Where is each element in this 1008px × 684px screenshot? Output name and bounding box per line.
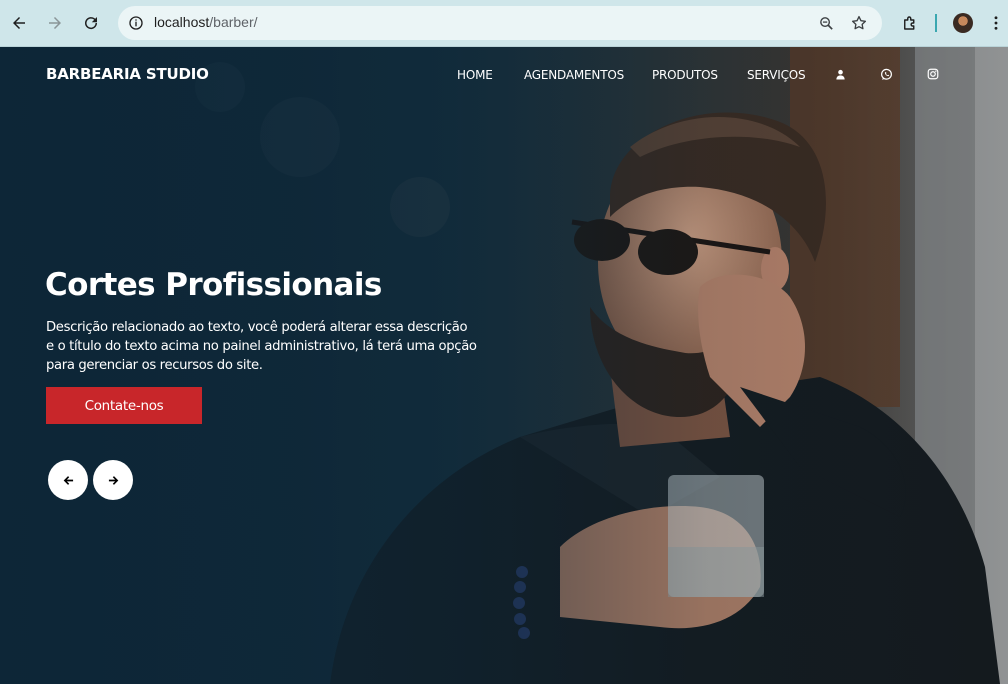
back-button[interactable] [5,9,33,37]
hero-description-line: e o título do texto acima no painel admi… [46,339,477,354]
site-info-button[interactable] [124,11,148,35]
carousel-next-button[interactable] [93,460,133,500]
arrow-right-icon [108,475,118,485]
hero-title: Cortes Profissionais [45,267,382,303]
arrow-right-icon [49,17,61,29]
bookmark-button[interactable] [849,13,869,33]
zoom-button[interactable] [816,13,836,33]
whatsapp-icon[interactable] [878,66,894,82]
extensions-button[interactable] [896,9,924,37]
nav-link-home[interactable]: HOME [457,68,493,82]
zoom-icon [819,16,833,30]
contact-button[interactable]: Contate-nos [46,387,202,424]
url-text[interactable]: localhost/barber/ [154,14,258,30]
url-path: /barber/ [209,14,258,30]
reload-icon [85,17,98,30]
user-icon[interactable] [832,66,848,82]
address-bar[interactable]: localhost/barber/ [118,6,882,40]
puzzle-icon [904,16,915,30]
hero-description-line: Descrição relacionado ao texto, você pod… [46,320,468,335]
more-vert-icon [994,16,998,30]
browser-toolbar: localhost/barber/ [0,0,1008,47]
arrow-left-icon [63,475,73,485]
menu-button[interactable] [986,9,1006,37]
reload-button[interactable] [77,9,105,37]
forward-button[interactable] [41,9,69,37]
site-navbar: BARBEARIA STUDIO HOME AGENDAMENTOS PRODU… [0,47,1008,103]
hero-description-line: para gerenciar os recursos do site. [46,358,263,373]
web-page: BARBEARIA STUDIO HOME AGENDAMENTOS PRODU… [0,47,1008,684]
arrow-left-icon [13,17,25,29]
carousel-prev-button[interactable] [48,460,88,500]
nav-link-servicos[interactable]: SERVIÇOS [747,68,806,82]
info-icon [129,16,143,30]
url-host: localhost [154,14,210,30]
toolbar-divider [935,14,937,32]
nav-link-produtos[interactable]: PRODUTOS [652,68,718,82]
instagram-icon[interactable] [925,66,941,82]
star-icon [851,15,867,30]
nav-link-agendamentos[interactable]: AGENDAMENTOS [524,68,624,82]
brand-logo[interactable]: BARBEARIA STUDIO [46,65,209,83]
hero-description: Descrição relacionado ao texto, você pod… [46,318,496,375]
profile-avatar[interactable] [953,13,973,33]
